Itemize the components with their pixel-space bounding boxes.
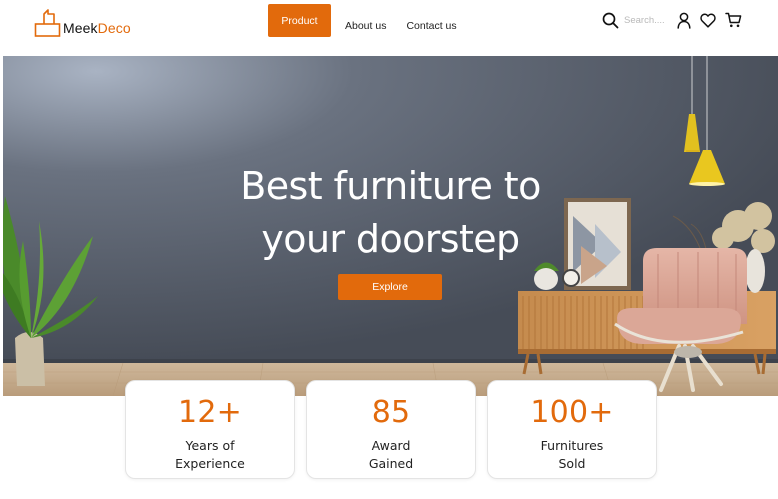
stat-card-experience: 12+ Years of Experience	[125, 380, 295, 479]
stat-label-line2: Gained	[368, 456, 414, 471]
brand-logo[interactable]: MeekDeco	[34, 6, 131, 38]
stat-value: 12+	[178, 395, 242, 430]
brand-name-part1: Meek	[63, 20, 98, 36]
brand-name: MeekDeco	[63, 20, 131, 38]
site-header: MeekDeco Product About us Contact us	[0, 0, 778, 56]
explore-button[interactable]: Explore	[338, 274, 442, 300]
stat-label-line2: Experience	[175, 456, 245, 471]
nav-product[interactable]: Product	[268, 4, 331, 37]
search-input[interactable]	[624, 14, 672, 26]
stat-label-line1: Award	[371, 438, 411, 453]
stat-card-awards: 85 Award Gained	[306, 380, 476, 479]
stat-label-line1: Furnitures	[540, 438, 604, 453]
hero-title-line2: your doorstep	[261, 217, 520, 261]
logo-icon	[34, 8, 62, 38]
stat-card-sold: 100+ Furnitures Sold	[487, 380, 657, 479]
cart-icon[interactable]	[725, 12, 742, 28]
user-icon[interactable]	[677, 12, 691, 29]
hero-title-line1: Best furniture to	[240, 164, 541, 208]
hero-title: Best furniture to your doorstep	[3, 160, 778, 266]
stat-label-line2: Sold	[558, 456, 586, 471]
nav-about-us[interactable]: About us	[345, 20, 386, 32]
stats-section: 12+ Years of Experience 85 Award Gained …	[125, 380, 657, 479]
brand-name-part2: Deco	[97, 20, 131, 36]
main-nav: Product About us Contact us	[268, 4, 457, 37]
nav-contact-us[interactable]: Contact us	[406, 20, 456, 32]
stat-label-line1: Years of	[185, 438, 235, 453]
search-icon[interactable]	[602, 12, 619, 29]
stat-value: 85	[371, 395, 411, 430]
header-tools	[602, 10, 742, 30]
heart-icon[interactable]	[700, 13, 716, 28]
search-box[interactable]	[602, 12, 672, 29]
hero-banner: Best furniture to your doorstep Explore	[3, 56, 778, 396]
stat-value: 100+	[530, 395, 614, 430]
